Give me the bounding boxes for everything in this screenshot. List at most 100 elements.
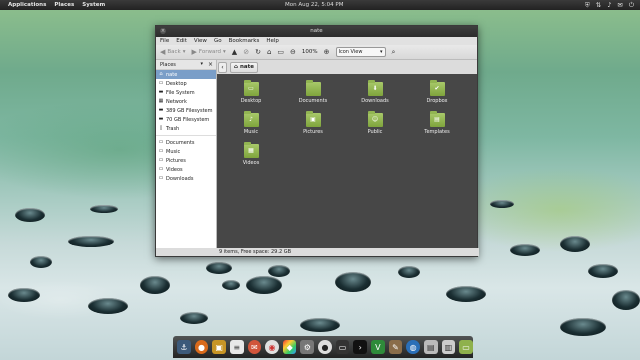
desktop-emblem-icon: ▭ xyxy=(248,85,254,92)
files2-icon[interactable]: ▥ xyxy=(441,340,456,354)
dock: ⚓ ● ▣ ≡ ✉ ◉ ◆ ⚙ ● ▭ › V ✎ ◍ ▤ ▥ ▭ xyxy=(173,336,473,358)
raindrop xyxy=(206,262,232,274)
search-icon: ⌕ xyxy=(391,47,396,56)
film-icon: ▦ xyxy=(248,147,254,154)
sidebar-item-music[interactable]: ▭ Music xyxy=(156,147,216,156)
back-button[interactable]: ◀ Back ▾ xyxy=(160,48,186,56)
folder-documents[interactable]: Documents xyxy=(293,80,333,104)
raindrop xyxy=(560,236,590,252)
color-icon[interactable]: ◆ xyxy=(282,340,297,354)
menu-edit[interactable]: Edit xyxy=(176,38,187,44)
vim-icon[interactable]: V xyxy=(371,340,385,354)
raindrop xyxy=(560,318,606,336)
breadcrumb[interactable]: ⌂ nate xyxy=(230,61,258,73)
sidebar-item-label: Documents xyxy=(166,139,195,146)
folder-desktop[interactable]: ▭ Desktop xyxy=(231,80,271,104)
stop-button[interactable]: ⊘ xyxy=(243,48,249,56)
computer-icon: ▭ xyxy=(277,48,285,56)
folder-pictures[interactable]: ▣ Pictures xyxy=(293,111,333,135)
zoom-out-icon: ⊖ xyxy=(290,48,296,56)
folder-icon: ♪ xyxy=(243,111,259,127)
sidebar-item-pictures[interactable]: ▭ Pictures xyxy=(156,156,216,165)
monitor-icon[interactable]: ▭ xyxy=(335,340,350,354)
music-note-icon: ♪ xyxy=(249,116,253,123)
system-menu[interactable]: System xyxy=(82,2,105,8)
sidebar-item-label: File System xyxy=(166,89,195,96)
sidebar-item-documents[interactable]: ▭ Documents xyxy=(156,138,216,147)
sidebar-item-videos[interactable]: ▭ Videos xyxy=(156,165,216,174)
reload-button[interactable]: ↻ xyxy=(255,48,261,56)
shield-icon[interactable]: ⛨ xyxy=(585,1,590,9)
folder-templates[interactable]: ▤ Templates xyxy=(417,111,457,135)
raindrop xyxy=(300,318,340,332)
raindrop xyxy=(246,276,282,294)
globe-icon[interactable]: ◍ xyxy=(406,340,420,354)
folder-music[interactable]: ♪ Music xyxy=(231,111,271,135)
menu-go[interactable]: Go xyxy=(214,38,222,44)
folder-downloads[interactable]: ⬇ Downloads xyxy=(355,80,395,104)
applications-menu[interactable]: Applications xyxy=(8,2,46,8)
volume-icon[interactable]: ♪ xyxy=(607,1,611,9)
view-mode-select[interactable]: Icon View ▾ xyxy=(335,47,386,57)
anchor-icon[interactable]: ⚓ xyxy=(177,340,191,354)
sidebar-item-70gb[interactable]: ▬ 70 GB Filesystem xyxy=(156,115,216,124)
firefox-icon[interactable]: ● xyxy=(194,340,209,354)
item-label: Public xyxy=(367,129,383,135)
menu-view[interactable]: View xyxy=(194,38,207,44)
computer-button[interactable]: ▭ xyxy=(277,48,284,56)
image-viewer-icon[interactable]: ▣ xyxy=(212,340,226,354)
sidebar-item-nate[interactable]: ⌂ nate xyxy=(156,70,216,79)
folder-videos[interactable]: ▦ Videos xyxy=(231,142,271,166)
home-button[interactable]: ⌂ xyxy=(267,48,271,56)
close-icon[interactable]: × xyxy=(208,60,213,69)
sidebar-item-trash[interactable]: ▯ Trash xyxy=(156,124,216,133)
settings-icon[interactable]: ⚙ xyxy=(300,340,315,354)
window-title: nate xyxy=(310,28,323,34)
sidebar-item-label: Desktop xyxy=(166,80,187,87)
menu-bookmarks[interactable]: Bookmarks xyxy=(229,38,260,44)
item-label: Templates xyxy=(424,129,450,135)
menu-file[interactable]: File xyxy=(160,38,169,44)
breadcrumb-label: nate xyxy=(239,63,254,70)
chevron-down-icon[interactable]: ▾ xyxy=(200,60,203,69)
sidebar-item-desktop[interactable]: ▭ Desktop xyxy=(156,79,216,88)
chevron-down-icon: ▾ xyxy=(223,49,226,55)
folder-icon: ▭ xyxy=(158,157,164,163)
sidebar-item-network[interactable]: ▦ Network xyxy=(156,97,216,106)
titlebar[interactable]: × nate xyxy=(156,26,477,37)
mail-icon[interactable]: ✉ xyxy=(617,1,622,9)
pidgin-icon[interactable]: ✉ xyxy=(247,340,262,354)
raindrop xyxy=(398,266,420,278)
sidebar-item-file-system[interactable]: ▬ File System xyxy=(156,88,216,97)
zoom-out-button[interactable]: ⊖ xyxy=(290,48,296,56)
folder-public[interactable]: ☺ Public xyxy=(355,111,395,135)
gimp-icon[interactable]: ✎ xyxy=(388,340,403,354)
inkscape-icon[interactable]: ● xyxy=(318,340,332,354)
power-icon[interactable]: ⏻ xyxy=(629,1,634,9)
raindrop xyxy=(490,200,514,208)
sidebar-header[interactable]: Places ▾ × xyxy=(156,60,216,70)
folder-icon: ▣ xyxy=(305,111,321,127)
chrome-icon[interactable]: ◉ xyxy=(265,340,279,354)
zoom-in-button[interactable]: ⊕ xyxy=(324,48,330,56)
clock[interactable]: Mon Aug 22, 5:04 PM xyxy=(285,2,344,8)
up-button[interactable]: ▲ xyxy=(232,48,237,56)
terminal-icon[interactable]: › xyxy=(353,340,368,354)
path-left-button[interactable]: ‹ xyxy=(218,61,227,73)
sidebar-item-downloads[interactable]: ▭ Downloads xyxy=(156,174,216,183)
folder-icon: ☺ xyxy=(367,111,383,127)
menu-help[interactable]: Help xyxy=(266,38,279,44)
search-button[interactable]: ⌕ xyxy=(392,48,396,57)
places-menu[interactable]: Places xyxy=(54,2,74,8)
forward-button[interactable]: ▶ Forward ▾ xyxy=(192,48,226,56)
raindrop xyxy=(335,272,371,292)
files-icon[interactable]: ▤ xyxy=(423,340,438,354)
sidebar-item-389gb[interactable]: ▬ 389 GB Filesystem xyxy=(156,106,216,115)
path-bar: ‹ ⌂ nate xyxy=(218,61,258,73)
text-editor-icon[interactable]: ≡ xyxy=(229,340,244,354)
folder-dropbox[interactable]: ✔ Dropbox xyxy=(417,80,457,104)
menubar: File Edit View Go Bookmarks Help xyxy=(156,37,477,45)
network-icon[interactable]: ⇅ xyxy=(596,1,601,9)
folder-icon[interactable]: ▭ xyxy=(459,340,473,354)
raindrop xyxy=(30,256,52,268)
